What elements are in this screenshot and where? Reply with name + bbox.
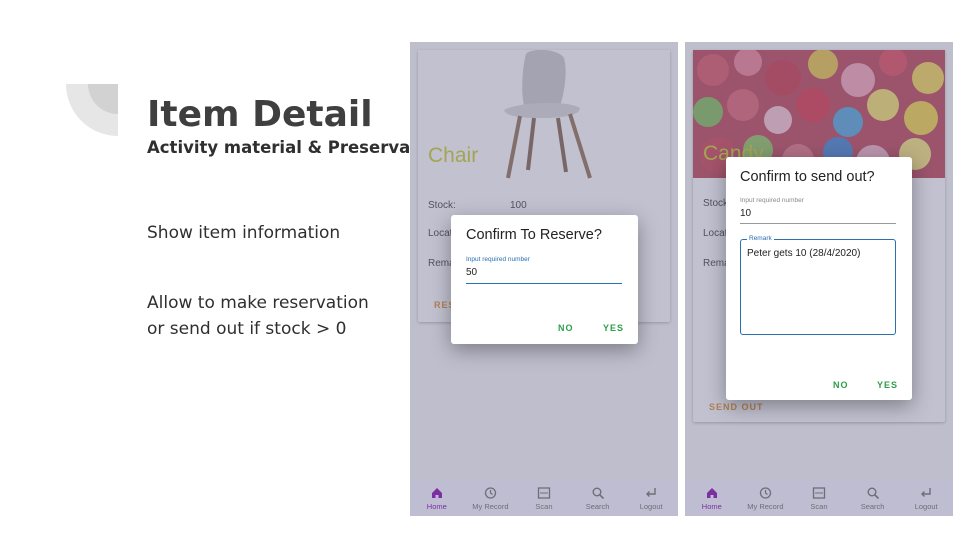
phone-screenshot-send-out: Candy Stock Locat Rema SEND OUT Home My … <box>685 42 953 516</box>
phone-screenshot-reserve: Chair Stock: 100 Locat Rema RES Home My … <box>410 42 678 516</box>
nav-search[interactable]: Search <box>846 480 900 516</box>
slide-title: Item Detail <box>147 94 373 135</box>
nav-home-label: Home <box>426 502 447 511</box>
required-number-input[interactable]: 50 <box>466 267 477 278</box>
no-button[interactable]: NO <box>558 323 574 333</box>
bullet-show-info: Show item information <box>147 223 341 243</box>
home-icon <box>706 488 717 498</box>
remark-textarea[interactable]: Remark Peter gets 10 (28/4/2020) <box>740 235 896 335</box>
bottom-navigation: Home My Record Scan Search Logout <box>685 480 953 516</box>
history-icon <box>760 487 772 499</box>
nav-my-record-label: My Record <box>747 502 784 511</box>
nav-my-record[interactable]: My Record <box>739 480 793 516</box>
remark-field-label: Remark <box>747 235 774 242</box>
bullet-reservation: Allow to make reservation or send out if… <box>147 290 369 342</box>
nav-home[interactable]: Home <box>685 480 739 516</box>
nav-search-label: Search <box>860 502 885 511</box>
nav-search-label: Search <box>585 502 610 511</box>
nav-logout[interactable]: Logout <box>624 480 678 516</box>
nav-logout-label: Logout <box>639 502 663 511</box>
no-button[interactable]: NO <box>833 380 849 390</box>
yes-button[interactable]: YES <box>877 380 898 390</box>
nav-scan-label: Scan <box>535 502 553 511</box>
bullet-reservation-line1: Allow to make reservation <box>147 293 369 313</box>
bottom-navigation: Home My Record Scan Search Logout <box>410 480 678 516</box>
search-icon <box>592 487 604 500</box>
nav-logout-label: Logout <box>914 502 938 511</box>
history-icon <box>485 487 497 499</box>
logout-icon <box>921 488 931 497</box>
required-number-input[interactable]: 10 <box>740 208 751 219</box>
dialog-title: Confirm To Reserve? <box>466 227 602 243</box>
scan-icon <box>537 487 551 499</box>
nav-home-label: Home <box>701 502 722 511</box>
required-number-label: Input required number <box>466 256 530 263</box>
dialog-title: Confirm to send out? <box>740 169 875 185</box>
nav-home[interactable]: Home <box>410 480 464 516</box>
reserve-dialog: Confirm To Reserve? Input required numbe… <box>451 215 638 344</box>
logout-icon <box>646 488 656 497</box>
slide-subtitle: Activity material & Preservation <box>147 138 409 157</box>
required-number-label: Input required number <box>740 197 804 204</box>
scan-icon <box>812 487 826 499</box>
nav-scan[interactable]: Scan <box>792 480 846 516</box>
nav-logout[interactable]: Logout <box>899 480 953 516</box>
send-out-dialog: Confirm to send out? Input required numb… <box>726 157 912 400</box>
nav-scan[interactable]: Scan <box>517 480 571 516</box>
nav-scan-label: Scan <box>810 502 828 511</box>
nav-search[interactable]: Search <box>571 480 625 516</box>
bullet-reservation-line2: or send out if stock > 0 <box>147 319 347 339</box>
home-icon <box>431 488 442 498</box>
nav-my-record[interactable]: My Record <box>464 480 518 516</box>
decorative-arc <box>66 84 118 136</box>
input-underline <box>740 223 896 224</box>
yes-button[interactable]: YES <box>603 323 624 333</box>
input-underline <box>466 283 622 284</box>
search-icon <box>867 487 879 500</box>
remark-value: Peter gets 10 (28/4/2020) <box>747 248 861 259</box>
nav-my-record-label: My Record <box>472 502 509 511</box>
